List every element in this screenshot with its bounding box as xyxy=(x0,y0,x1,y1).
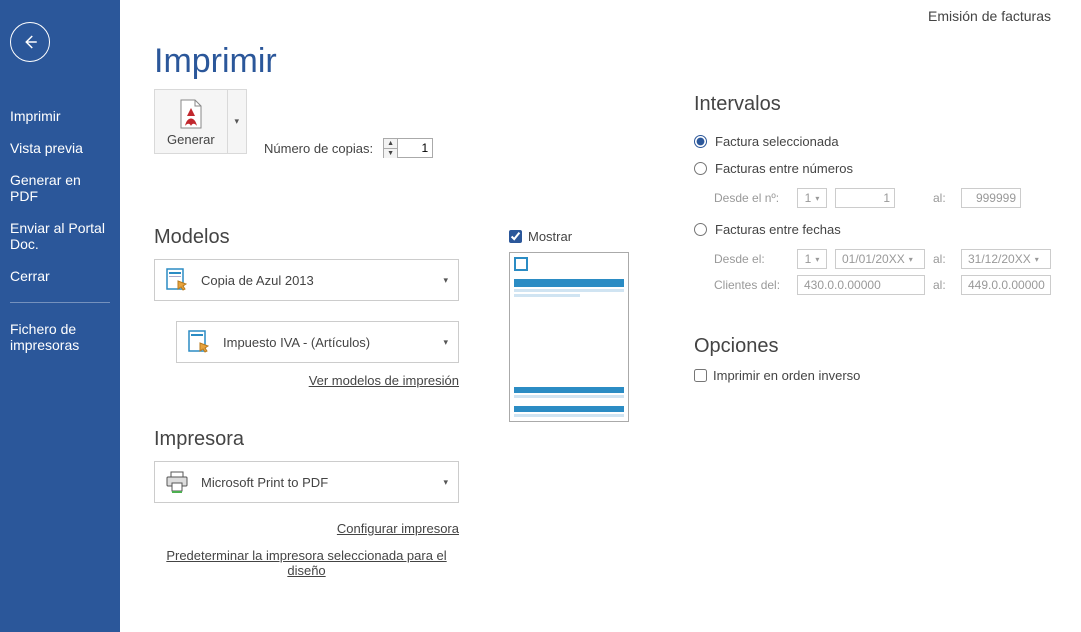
submodel-selector[interactable]: Impuesto IVA - (Artículos) ▾ xyxy=(176,321,459,363)
options-heading: Opciones xyxy=(694,335,1051,358)
numbers-subgrid: Desde el nº: 1 1 al: 999999 xyxy=(714,188,1051,208)
sidebar-item-generar-pdf[interactable]: Generar en PDF xyxy=(0,164,120,212)
template-icon xyxy=(186,329,212,355)
radio-selected-invoice[interactable]: Factura seleccionada xyxy=(694,134,1051,149)
printer-icon xyxy=(164,470,190,494)
from-number-label: Desde el nº: xyxy=(714,191,789,205)
reverse-order-checkbox[interactable]: Imprimir en orden inverso xyxy=(694,368,1051,383)
page-title: Imprimir xyxy=(154,42,1051,81)
serie-date-combo[interactable]: 1 xyxy=(797,249,827,269)
generate-dropdown[interactable]: ▾ xyxy=(228,90,246,153)
preview-column: Mostrar xyxy=(509,229,644,578)
right-column: Intervalos Factura seleccionada Facturas… xyxy=(694,89,1051,578)
clients-label: Clientes del: xyxy=(714,278,789,292)
radio-dates-input[interactable] xyxy=(694,223,707,236)
arrow-left-icon xyxy=(21,33,39,51)
reverse-order-input[interactable] xyxy=(694,369,707,382)
sidebar-item-enviar-portal[interactable]: Enviar al Portal Doc. xyxy=(0,212,120,260)
radio-numbers-input[interactable] xyxy=(694,162,707,175)
generate-label: Generar xyxy=(167,132,215,147)
models-heading: Modelos xyxy=(154,226,459,249)
copies-down[interactable]: ▼ xyxy=(384,149,397,158)
submodel-name: Impuesto IVA - (Artículos) xyxy=(223,335,370,350)
date-to-combo[interactable]: 31/12/20XX xyxy=(961,249,1051,269)
radio-selected-input[interactable] xyxy=(694,135,707,148)
view-models-link[interactable]: Ver modelos de impresión xyxy=(309,373,459,388)
copies-label: Número de copias: xyxy=(264,141,373,156)
printer-selector[interactable]: Microsoft Print to PDF ▾ xyxy=(154,461,459,503)
number-from-input[interactable]: 1 xyxy=(835,188,895,208)
radio-between-dates[interactable]: Facturas entre fechas xyxy=(694,222,1051,237)
from-date-label: Desde el: xyxy=(714,252,789,266)
window-title: Emisión de facturas xyxy=(928,8,1051,24)
show-preview-input[interactable] xyxy=(509,230,522,243)
model-name: Copia de Azul 2013 xyxy=(201,273,314,288)
copies-input[interactable] xyxy=(398,139,432,157)
pdf-icon xyxy=(175,98,207,132)
sidebar-item-imprimir[interactable]: Imprimir xyxy=(0,100,120,132)
show-preview-label: Mostrar xyxy=(528,229,572,244)
sidebar-item-fichero-impresoras[interactable]: Fichero de impresoras xyxy=(0,313,120,361)
chevron-down-icon: ▾ xyxy=(443,477,448,488)
copies-up[interactable]: ▲ xyxy=(384,139,397,149)
reverse-order-label: Imprimir en orden inverso xyxy=(713,368,860,383)
client-from-input[interactable]: 430.0.0.00000 xyxy=(797,275,925,295)
number-to-input[interactable]: 999999 xyxy=(961,188,1021,208)
serie-from-combo[interactable]: 1 xyxy=(797,188,827,208)
printer-name: Microsoft Print to PDF xyxy=(201,475,328,490)
dates-subgrid: Desde el: 1 01/01/20XX al: 31/12/20XX Cl… xyxy=(714,249,1051,295)
chevron-down-icon: ▾ xyxy=(443,337,448,348)
sidebar-item-cerrar[interactable]: Cerrar xyxy=(0,260,120,292)
configure-printer-link[interactable]: Configurar impresora xyxy=(337,521,459,536)
set-default-printer-link[interactable]: Predeterminar la impresora seleccionada … xyxy=(166,548,446,578)
intervals-heading: Intervalos xyxy=(694,93,1051,116)
back-button[interactable] xyxy=(10,22,50,62)
show-preview-checkbox[interactable]: Mostrar xyxy=(509,229,644,244)
date-from-combo[interactable]: 01/01/20XX xyxy=(835,249,925,269)
radio-between-numbers[interactable]: Facturas entre números xyxy=(694,161,1051,176)
sidebar-divider xyxy=(10,302,110,303)
al-label-2: al: xyxy=(933,252,953,266)
model-selector[interactable]: Copia de Azul 2013 ▾ xyxy=(154,259,459,301)
preview-thumbnail[interactable] xyxy=(509,252,629,422)
sidebar: Imprimir Vista previa Generar en PDF Env… xyxy=(0,0,120,632)
al-label-3: al: xyxy=(933,278,953,292)
copies-spinner: ▲ ▼ xyxy=(383,138,433,158)
printer-heading: Impresora xyxy=(154,428,459,451)
sidebar-item-vista-previa[interactable]: Vista previa xyxy=(0,132,120,164)
al-label-1: al: xyxy=(933,191,953,205)
radio-selected-label: Factura seleccionada xyxy=(715,134,839,149)
generate-split-button: Generar ▾ xyxy=(154,89,247,154)
radio-numbers-label: Facturas entre números xyxy=(715,161,853,176)
client-to-input[interactable]: 449.0.0.00000 xyxy=(961,275,1051,295)
main-panel: Emisión de facturas Imprimir Generar ▾ N… xyxy=(120,0,1081,632)
left-column: Generar ▾ Número de copias: ▲ ▼ Modelos xyxy=(154,89,459,578)
generate-button[interactable]: Generar xyxy=(155,90,228,153)
template-icon xyxy=(164,267,190,293)
chevron-down-icon: ▾ xyxy=(443,275,448,286)
radio-dates-label: Facturas entre fechas xyxy=(715,222,841,237)
